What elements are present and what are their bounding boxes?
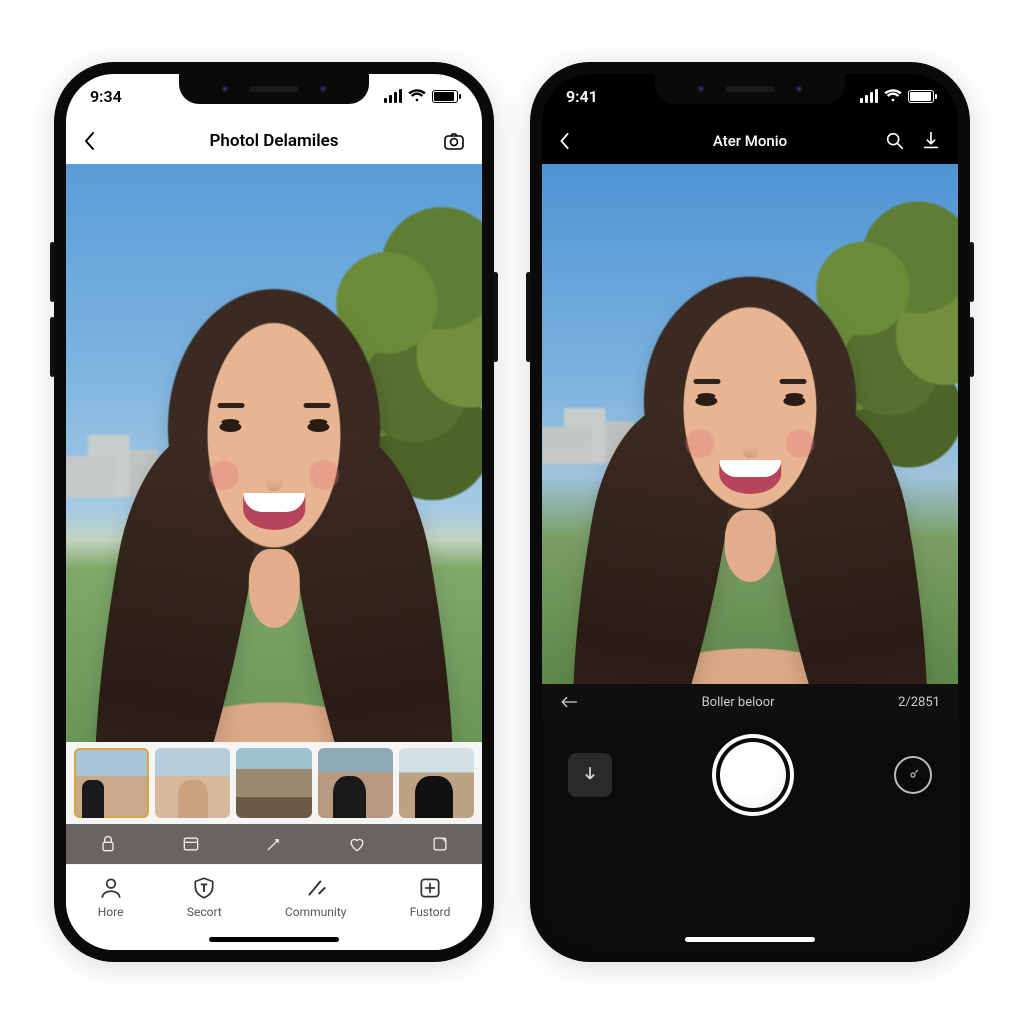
navbar-right <box>410 129 466 153</box>
thumbnail-5[interactable] <box>399 748 474 818</box>
tab-label: Hore <box>98 905 124 919</box>
page-title: Photol Delamiles <box>138 131 410 151</box>
share-icon[interactable] <box>430 834 450 854</box>
phone-mockup-left: 9:34 Photol Delamiles <box>54 62 494 962</box>
heart-icon[interactable] <box>347 834 367 854</box>
prev-arrow[interactable] <box>560 695 578 709</box>
capture-controls <box>542 720 958 950</box>
cellular-signal-icon <box>384 89 402 103</box>
navbar-right <box>886 130 942 152</box>
navbar-left <box>558 132 614 150</box>
navbar-left <box>82 131 138 151</box>
status-time: 9:41 <box>566 87 598 106</box>
battery-icon <box>908 90 934 103</box>
back-button[interactable] <box>558 132 572 150</box>
page-title: Ater Monio <box>614 132 886 150</box>
mode-switch-button[interactable] <box>894 756 932 794</box>
phone-mockup-right: 9:41 Ater Monio <box>530 62 970 962</box>
power-button[interactable] <box>493 272 498 362</box>
thumbnail-2[interactable] <box>155 748 230 818</box>
notch <box>179 74 369 104</box>
notch <box>655 74 845 104</box>
tab-label: Fustord <box>410 905 451 919</box>
shutter-button[interactable] <box>712 734 794 816</box>
tab-fustord[interactable]: Fustord <box>410 875 451 919</box>
action-toolbar <box>66 824 482 864</box>
main-photo[interactable] <box>542 164 958 684</box>
status-time: 9:34 <box>90 87 122 106</box>
back-button[interactable] <box>82 131 98 151</box>
wifi-icon <box>408 89 426 103</box>
tab-label: Community <box>285 905 346 919</box>
main-photo[interactable] <box>66 164 482 742</box>
download-icon[interactable] <box>920 130 942 152</box>
home-indicator[interactable] <box>685 937 815 942</box>
top-navbar: Ater Monio <box>542 118 958 164</box>
thumbnail-1[interactable] <box>74 748 149 818</box>
volume-down-button[interactable] <box>50 317 55 377</box>
volume-up-button[interactable] <box>50 242 55 302</box>
power-button[interactable] <box>526 272 531 362</box>
tab-label: Secort <box>187 905 222 919</box>
download-square-button[interactable] <box>568 753 612 797</box>
wifi-icon <box>884 89 902 103</box>
cellular-signal-icon <box>860 89 878 103</box>
camera-icon[interactable] <box>442 129 466 153</box>
battery-icon <box>432 90 458 103</box>
home-indicator[interactable] <box>209 937 339 942</box>
tab-home[interactable]: Hore <box>98 875 124 919</box>
screen-right: 9:41 Ater Monio <box>542 74 958 950</box>
tab-secort[interactable]: T Secort <box>187 875 222 919</box>
panel-icon[interactable] <box>181 834 201 854</box>
volume-down-button[interactable] <box>969 317 974 377</box>
thumbnail-4[interactable] <box>318 748 393 818</box>
thumbnail-strip <box>66 742 482 824</box>
photo-subheader: Boller beloor 2/2851 <box>542 684 958 720</box>
mode-label: Boller beloor <box>702 695 775 710</box>
search-icon[interactable] <box>884 130 906 152</box>
top-navbar: Photol Delamiles <box>66 118 482 164</box>
svg-text:T: T <box>201 883 207 894</box>
screen-left: 9:34 Photol Delamiles <box>66 74 482 950</box>
volume-up-button[interactable] <box>969 242 974 302</box>
photo-counter: 2/2851 <box>898 695 940 710</box>
lock-icon[interactable] <box>98 834 118 854</box>
wand-icon[interactable] <box>264 834 284 854</box>
tab-community[interactable]: Community <box>285 875 346 919</box>
thumbnail-3[interactable] <box>236 748 311 818</box>
